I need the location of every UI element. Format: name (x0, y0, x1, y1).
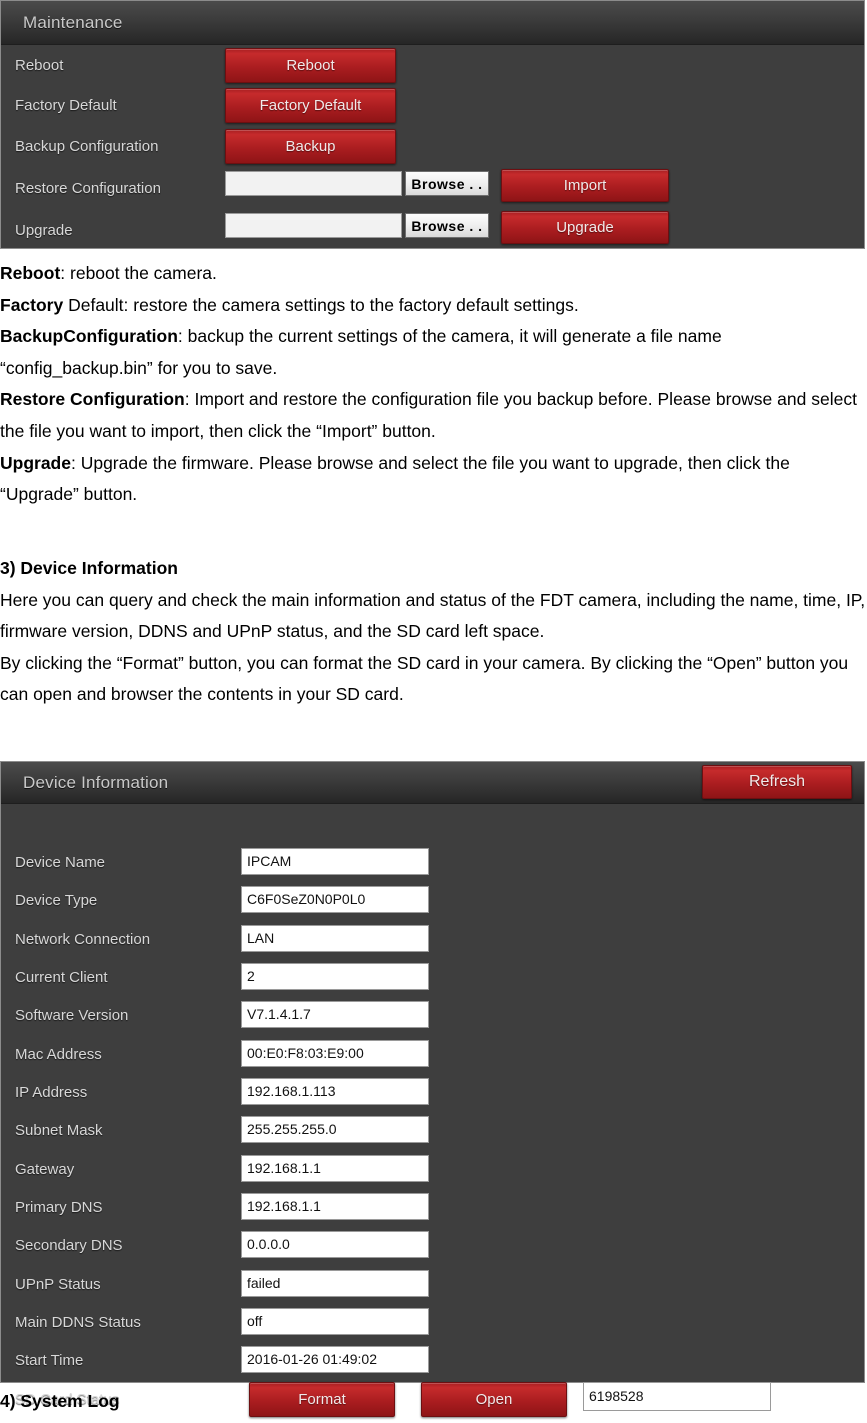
device-information-paragraph-1: Here you can query and check the main in… (0, 589, 866, 642)
label-restore-configuration: Restore Configuration (15, 180, 161, 197)
backup-button[interactable]: Backup (225, 129, 396, 164)
value-primary-dns[interactable]: 192.168.1.1 (241, 1193, 429, 1220)
label-reboot: Reboot (15, 57, 64, 74)
system-log-section: 4) System Log (0, 1386, 867, 1418)
device-information-panel-header: Device Information Refresh (1, 762, 864, 804)
desc-text-upgrade: : Upgrade the firmware. Please browse an… (0, 452, 790, 505)
desc-line-restore-configuration: Restore Configuration: Import and restor… (0, 384, 867, 447)
label-upgrade: Upgrade (15, 222, 73, 239)
desc-term-backup: BackupConfiguration (0, 326, 178, 347)
label-current-client: Current Client (15, 969, 108, 986)
desc-term-upgrade: Upgrade (0, 452, 71, 473)
label-upnp-status: UPnP Status (15, 1276, 101, 1293)
reboot-button[interactable]: Reboot (225, 48, 396, 83)
label-mac-address: Mac Address (15, 1046, 102, 1063)
device-information-heading: 3) Device Information (0, 558, 178, 578)
label-backup-configuration: Backup Configuration (15, 138, 159, 155)
device-information-panel-title: Device Information (23, 773, 169, 792)
label-ip-address: IP Address (15, 1084, 88, 1101)
device-information-panel: Device Information Refresh Device Name I… (0, 761, 865, 1417)
desc-line-backup-configuration: BackupConfiguration: backup the current … (0, 321, 867, 384)
restore-browse-button[interactable]: Browse . . (405, 171, 489, 196)
value-software-version[interactable]: V7.1.4.1.7 (241, 1001, 429, 1028)
value-device-name[interactable]: IPCAM (241, 848, 429, 875)
desc-term-factory: Factory (0, 294, 64, 315)
maintenance-panel: Maintenance Reboot Reboot Factory Defaul… (0, 0, 865, 249)
maintenance-description: Reboot: reboot the camera. Factory Defau… (0, 258, 867, 511)
desc-term-restore: Restore Configuration (0, 389, 185, 410)
factory-default-button[interactable]: Factory Default (225, 88, 396, 123)
desc-term-reboot: Reboot (0, 263, 61, 283)
upgrade-browse-button[interactable]: Browse . . (405, 213, 489, 238)
value-secondary-dns[interactable]: 0.0.0.0 (241, 1231, 429, 1258)
desc-line-upgrade: Upgrade: Upgrade the firmware. Please br… (0, 448, 867, 511)
desc-text-factory: Default: restore the camera settings to … (63, 294, 579, 315)
value-device-type[interactable]: C6F0SeZ0N0P0L0 (241, 886, 429, 913)
device-information-paragraph-2: By clicking the “Format” button, you can… (0, 652, 849, 705)
label-start-time: Start Time (15, 1352, 84, 1369)
device-information-section: 3) Device Information Here you can query… (0, 553, 867, 711)
maintenance-panel-body: Reboot Reboot Factory Default Factory De… (1, 45, 864, 248)
label-main-ddns-status: Main DDNS Status (15, 1314, 141, 1331)
desc-line-reboot: Reboot: reboot the camera. (0, 258, 867, 290)
label-software-version: Software Version (15, 1007, 129, 1024)
label-secondary-dns: Secondary DNS (15, 1237, 123, 1254)
label-gateway: Gateway (15, 1161, 75, 1178)
value-main-ddns-status[interactable]: off (241, 1308, 429, 1335)
value-mac-address[interactable]: 00:E0:F8:03:E9:00 (241, 1040, 429, 1067)
value-network-connection[interactable]: LAN (241, 925, 429, 952)
value-upnp-status[interactable]: failed (241, 1270, 429, 1297)
upgrade-button[interactable]: Upgrade (501, 211, 669, 244)
import-button[interactable]: Import (501, 169, 669, 202)
label-network-connection: Network Connection (15, 931, 151, 948)
device-information-panel-body: Device Name IPCAM Device Type C6F0SeZ0N0… (1, 804, 864, 1417)
desc-line-factory-default: Factory Default: restore the camera sett… (0, 290, 867, 322)
value-ip-address[interactable]: 192.168.1.113 (241, 1078, 429, 1105)
restore-file-input[interactable] (225, 171, 402, 196)
maintenance-panel-header: Maintenance (1, 1, 864, 45)
system-log-heading: 4) System Log (0, 1391, 120, 1411)
desc-text-reboot: : reboot the camera. (60, 263, 217, 283)
label-device-type: Device Type (15, 892, 98, 909)
value-current-client[interactable]: 2 (241, 963, 429, 990)
maintenance-panel-title: Maintenance (23, 13, 123, 32)
value-start-time[interactable]: 2016-01-26 01:49:02 (241, 1346, 429, 1373)
label-device-name: Device Name (15, 854, 106, 871)
value-subnet-mask[interactable]: 255.255.255.0 (241, 1116, 429, 1143)
refresh-button[interactable]: Refresh (702, 765, 852, 799)
label-subnet-mask: Subnet Mask (15, 1122, 103, 1139)
upgrade-file-input[interactable] (225, 213, 402, 238)
label-factory-default: Factory Default (15, 97, 117, 114)
value-gateway[interactable]: 192.168.1.1 (241, 1155, 429, 1182)
label-primary-dns: Primary DNS (15, 1199, 103, 1216)
